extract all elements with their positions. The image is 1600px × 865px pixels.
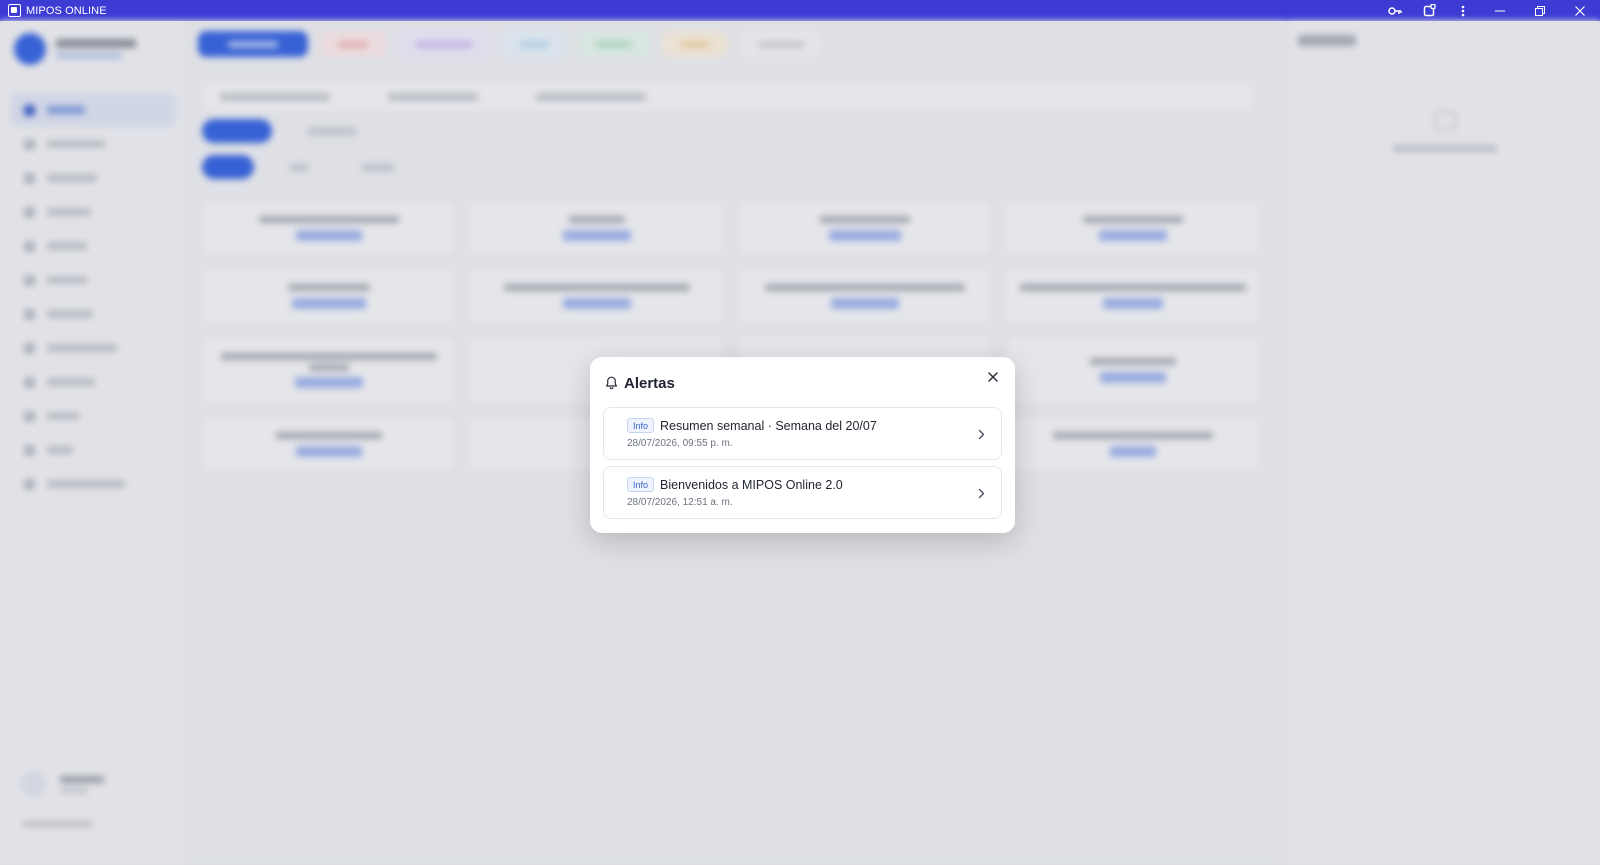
alert-date: 28/07/2026, 12:51 a. m. bbox=[627, 497, 733, 508]
info-badge: Info bbox=[627, 477, 655, 492]
alert-item[interactable]: Info Resumen semanal · Semana del 20/07 … bbox=[603, 407, 1002, 460]
window-controls bbox=[1378, 0, 1600, 21]
alert-date: 28/07/2026, 09:55 p. m. bbox=[627, 438, 733, 449]
minimize-icon[interactable] bbox=[1480, 0, 1520, 21]
close-icon bbox=[988, 372, 998, 382]
alerts-modal: Alertas Info Resumen semanal · Semana de… bbox=[590, 357, 1015, 533]
extension-icon[interactable] bbox=[1412, 0, 1446, 21]
alert-title: Resumen semanal · Semana del 20/07 bbox=[660, 419, 877, 433]
modal-header: Alertas bbox=[604, 373, 675, 393]
more-vertical-icon[interactable] bbox=[1446, 0, 1480, 21]
close-window-icon[interactable] bbox=[1560, 0, 1600, 21]
restore-icon[interactable] bbox=[1520, 0, 1560, 21]
chevron-right-icon bbox=[975, 427, 987, 441]
alert-item[interactable]: Info Bienvenidos a MIPOS Online 2.0 28/0… bbox=[603, 466, 1002, 519]
window-title: MIPOS ONLINE bbox=[26, 4, 107, 17]
alert-title: Bienvenidos a MIPOS Online 2.0 bbox=[660, 478, 843, 492]
info-badge: Info bbox=[627, 418, 655, 433]
modal-title: Alertas bbox=[624, 374, 675, 392]
alert-list: Info Resumen semanal · Semana del 20/07 … bbox=[603, 407, 1002, 525]
key-icon[interactable] bbox=[1378, 0, 1412, 21]
close-modal-button[interactable] bbox=[983, 367, 1003, 387]
chevron-right-icon bbox=[975, 486, 987, 500]
bell-icon bbox=[604, 376, 618, 390]
app-logo-icon bbox=[8, 4, 21, 17]
window-titlebar: MIPOS ONLINE bbox=[0, 0, 1600, 21]
